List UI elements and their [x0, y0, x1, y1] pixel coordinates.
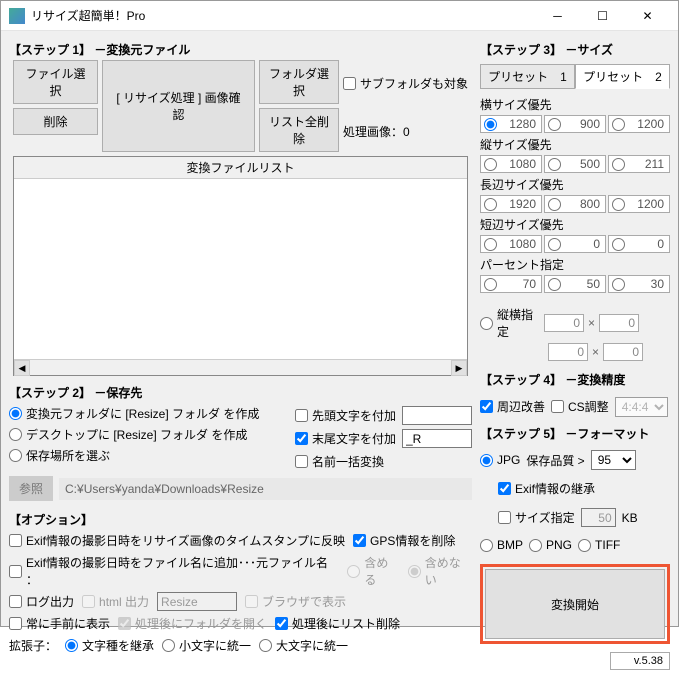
browse-button[interactable]: 参照 [9, 476, 53, 501]
titlebar: リサイズ超簡単！Pro ─ ☐ ✕ [1, 1, 678, 31]
xy-y0[interactable]: 0 [599, 314, 639, 332]
size-option[interactable]: 1080 [480, 235, 542, 253]
subfolder-checkbox[interactable]: サブフォルダも対象 [343, 75, 468, 92]
scroll-left-icon[interactable]: ◀ [14, 360, 30, 376]
size-label: 長辺サイズ優先 [480, 176, 670, 193]
size-label: 短辺サイズ優先 [480, 216, 670, 233]
path-display: C:¥Users¥yanda¥Downloads¥Resize [59, 478, 472, 500]
minimize-button[interactable]: ─ [535, 1, 580, 30]
options-group: 【オプション】 Exif情報の撮影日時をリサイズ画像のタイムスタンプに反映 GP… [9, 509, 472, 657]
edge-checkbox[interactable]: 周辺改善 [480, 398, 545, 415]
resize-confirm-button[interactable]: [ リサイズ処理 ] 画像確認 [102, 60, 255, 152]
preset-tabs: プリセット 1 プリセット 2 [480, 64, 670, 89]
step5-title: 【ステップ 5】 －フォーマット [480, 425, 670, 442]
list-body[interactable] [14, 179, 467, 359]
tiff-radio[interactable]: TIFF [578, 538, 620, 552]
exif-ts-checkbox[interactable]: Exif情報の撮影日時をリサイズ画像のタイムスタンプに反映 [9, 532, 345, 549]
size-label: 縦サイズ優先 [480, 136, 670, 153]
topmost-checkbox[interactable]: 常に手前に表示 [9, 615, 110, 632]
options-title: 【オプション】 [9, 511, 472, 528]
size-option[interactable]: 70 [480, 275, 542, 293]
version-label: v.5.38 [610, 652, 670, 670]
save-opt3-radio[interactable]: 保存場所を選ぶ [9, 447, 110, 464]
png-radio[interactable]: PNG [529, 538, 572, 552]
size-option[interactable]: 0 [544, 235, 606, 253]
step1-title: 【ステップ 1】 －変換元ファイル [9, 41, 472, 58]
size-option[interactable]: 0 [608, 235, 670, 253]
maximize-button[interactable]: ☐ [580, 1, 625, 30]
save-opt1-radio[interactable]: 変換元フォルダに [Resize] フォルダ を作成 [9, 405, 259, 422]
prefix-checkbox[interactable]: 先頭文字を付加 [295, 407, 396, 424]
xy-x1[interactable]: 0 [548, 343, 588, 361]
list-header: 変換ファイルリスト [14, 157, 467, 179]
tab-preset1[interactable]: プリセット 1 [480, 64, 575, 89]
close-button[interactable]: ✕ [625, 1, 670, 30]
step1-group: 【ステップ 1】 －変換元ファイル ファイル選択 削除 [ リサイズ処理 ] 画… [9, 39, 472, 376]
html-input [157, 592, 237, 611]
suffix-checkbox[interactable]: 末尾文字を付加 [295, 430, 396, 447]
size-option[interactable]: 1920 [480, 195, 542, 213]
size-option[interactable]: 1200 [608, 115, 670, 133]
file-select-button[interactable]: ファイル選択 [13, 60, 98, 104]
open-after-checkbox[interactable]: 処理後にフォルダを開く [118, 615, 267, 632]
tab-preset2[interactable]: プリセット 2 [575, 64, 670, 89]
rename-checkbox[interactable]: 名前一括変換 [295, 453, 384, 470]
size-option[interactable]: 50 [544, 275, 606, 293]
size-option[interactable]: 1080 [480, 155, 542, 173]
log-checkbox[interactable]: ログ出力 [9, 593, 74, 610]
xy-radio[interactable]: 縦横指定 [480, 306, 540, 340]
app-icon [9, 8, 25, 24]
gps-del-checkbox[interactable]: GPS情報を削除 [353, 532, 455, 549]
size-input [581, 508, 616, 527]
html-checkbox[interactable]: html 出力 [82, 593, 149, 610]
ext-inherit-radio[interactable]: 文字種を継承 [65, 637, 154, 654]
ext-upper-radio[interactable]: 大文字に統一 [259, 637, 348, 654]
folder-select-button[interactable]: フォルダ選択 [259, 60, 339, 104]
size-option[interactable]: 500 [544, 155, 606, 173]
bmp-radio[interactable]: BMP [480, 538, 523, 552]
browser-checkbox[interactable]: ブラウザで表示 [245, 593, 346, 610]
del-list-after-checkbox[interactable]: 処理後にリスト削除 [275, 615, 400, 632]
quality-label: 保存品質 > [526, 452, 584, 469]
size-label: パーセント指定 [480, 256, 670, 273]
exif-fn-checkbox[interactable]: Exif情報の撮影日時をファイル名に追加･･･元ファイル名 ： [9, 554, 339, 588]
size-option[interactable]: 30 [608, 275, 670, 293]
step4-title: 【ステップ 4】 －変換精度 [480, 371, 670, 388]
exclude-radio[interactable]: 含めない [408, 554, 472, 588]
size-spec-checkbox[interactable]: サイズ指定 [498, 509, 575, 526]
delete-button[interactable]: 削除 [13, 108, 98, 135]
size-label: 横サイズ優先 [480, 96, 670, 113]
file-list[interactable]: 変換ファイルリスト ◀ ▶ [13, 156, 468, 376]
step2-group: 【ステップ 2】 －保存先 変換元フォルダに [Resize] フォルダ を作成… [9, 382, 472, 503]
cs-checkbox[interactable]: CS調整 [551, 398, 609, 415]
include-radio[interactable]: 含める [347, 554, 399, 588]
proc-images-label: 処理画像：0 [343, 123, 468, 140]
list-delete-all-button[interactable]: リスト全削除 [259, 108, 339, 152]
scroll-right-icon[interactable]: ▶ [451, 360, 467, 376]
prefix-input[interactable] [402, 406, 472, 425]
exif-inherit-checkbox[interactable]: Exif情報の継承 [498, 480, 595, 497]
jpg-radio[interactable]: JPG [480, 453, 520, 467]
size-option[interactable]: 1280 [480, 115, 542, 133]
suffix-input[interactable] [402, 429, 472, 448]
step3-title: 【ステップ 3】 －サイズ [480, 41, 670, 58]
convert-button[interactable]: 変換開始 [485, 569, 665, 639]
save-opt2-radio[interactable]: デスクトップに [Resize] フォルダ を作成 [9, 426, 247, 443]
quality-select[interactable]: 95 [591, 450, 636, 470]
window-title: リサイズ超簡単！Pro [31, 7, 535, 24]
size-option[interactable]: 800 [544, 195, 606, 213]
step2-title: 【ステップ 2】 －保存先 [9, 384, 472, 401]
h-scrollbar[interactable]: ◀ ▶ [14, 359, 467, 375]
ext-lower-radio[interactable]: 小文字に統一 [162, 637, 251, 654]
xy-y1[interactable]: 0 [603, 343, 643, 361]
size-unit: KB [622, 511, 638, 525]
xy-x0[interactable]: 0 [544, 314, 584, 332]
size-option[interactable]: 211 [608, 155, 670, 173]
size-option[interactable]: 900 [544, 115, 606, 133]
ext-label: 拡張子： [9, 637, 57, 654]
cs-select[interactable]: 4:4:4 [615, 397, 668, 417]
size-option[interactable]: 1200 [608, 195, 670, 213]
convert-highlight: 変換開始 [480, 564, 670, 644]
